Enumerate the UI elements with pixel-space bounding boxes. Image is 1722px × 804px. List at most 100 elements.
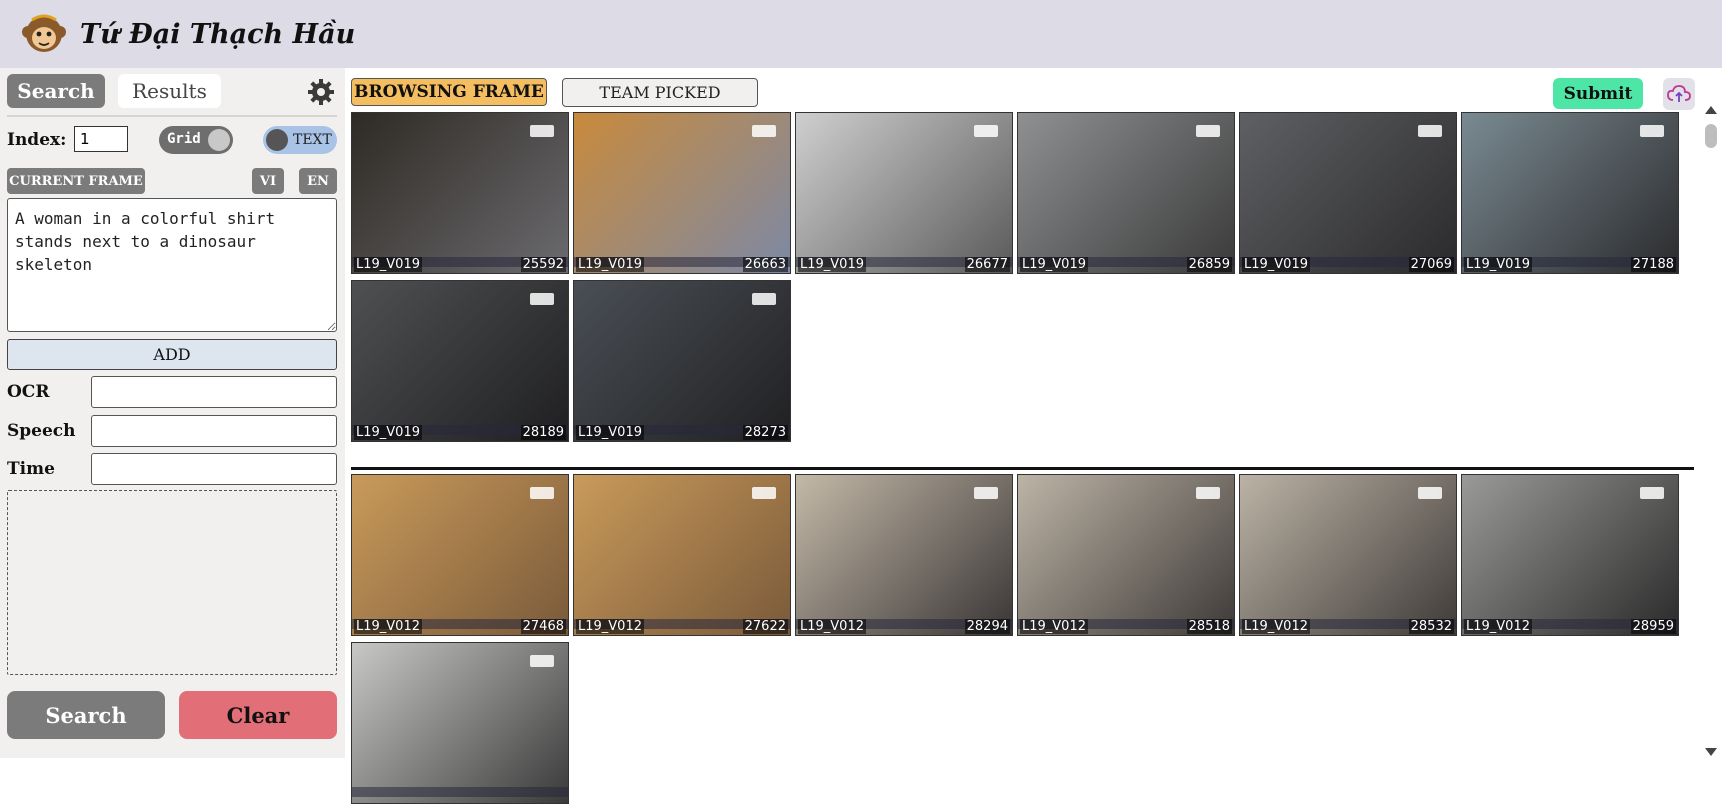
tab-divider: [7, 115, 337, 117]
channel-logo-icon: [1196, 487, 1220, 499]
frame-image: [352, 113, 568, 273]
frame-image: [574, 475, 790, 635]
news-ticker: [352, 787, 568, 797]
video-id-label: L19_V019: [798, 257, 866, 272]
frame-number-label: 28959: [1630, 619, 1676, 634]
frame-image: [352, 475, 568, 635]
browsing-frame-button[interactable]: BROWSING FRAME: [351, 78, 547, 106]
channel-logo-icon: [1640, 125, 1664, 137]
frame-number-label: 27622: [742, 619, 788, 634]
video-id-label: L19_V019: [576, 257, 644, 272]
result-thumbnail[interactable]: L19_V019 27069: [1239, 112, 1457, 274]
frame-image: [796, 475, 1012, 635]
channel-logo-icon: [752, 293, 776, 305]
frame-image: [352, 281, 568, 441]
result-thumbnail[interactable]: L19_V019 27188: [1461, 112, 1679, 274]
frame-number-label: 27188: [1630, 257, 1676, 272]
grid-toggle-label: Grid: [167, 131, 201, 147]
grid-toggle-knob: [208, 129, 230, 151]
frame-image: [352, 643, 568, 803]
frame-image: [574, 113, 790, 273]
frame-number-label: 26859: [1186, 257, 1232, 272]
video-id-label: L19_V012: [576, 619, 644, 634]
query-textarea[interactable]: A woman in a colorful shirt stands next …: [7, 198, 337, 332]
channel-logo-icon: [530, 293, 554, 305]
result-thumbnail[interactable]: L19_V019 26859: [1017, 112, 1235, 274]
tab-search[interactable]: Search: [7, 74, 105, 108]
current-frame-button[interactable]: CURRENT FRAME: [7, 168, 145, 194]
video-id-label: L19_V012: [1020, 619, 1088, 634]
result-thumbnail[interactable]: L19_V012 27468: [351, 474, 569, 636]
channel-logo-icon: [752, 125, 776, 137]
frame-image: [574, 281, 790, 441]
channel-logo-icon: [530, 125, 554, 137]
image-drop-zone[interactable]: [7, 490, 337, 675]
index-input[interactable]: [74, 126, 128, 152]
clear-button[interactable]: Clear: [179, 691, 337, 739]
frame-number-label: 28273: [742, 425, 788, 440]
channel-logo-icon: [530, 655, 554, 667]
result-thumbnail[interactable]: L19_V012 28959: [1461, 474, 1679, 636]
scroll-thumb[interactable]: [1705, 124, 1717, 148]
result-thumbnail[interactable]: L19_V019 25592: [351, 112, 569, 274]
frame-number-label: 28518: [1186, 619, 1232, 634]
frame-number-label: 26677: [964, 257, 1010, 272]
text-toggle[interactable]: TEXT: [263, 126, 337, 154]
frame-image: [796, 113, 1012, 273]
team-picked-button[interactable]: TEAM PICKED: [562, 78, 758, 107]
video-id-label: L19_V012: [1242, 619, 1310, 634]
frame-image: [1240, 113, 1456, 273]
submit-button[interactable]: Submit: [1553, 78, 1643, 109]
ocr-input[interactable]: [91, 376, 337, 408]
result-thumbnail[interactable]: L19_V019 28273: [573, 280, 791, 442]
video-id-label: L19_V019: [354, 257, 422, 272]
channel-logo-icon: [1640, 487, 1664, 499]
grid-toggle[interactable]: Grid: [159, 126, 233, 154]
index-label: Index:: [7, 130, 67, 150]
result-thumbnail[interactable]: L19_V012 27622: [573, 474, 791, 636]
scroll-down-arrow-icon[interactable]: [1705, 748, 1717, 756]
frame-number-label: 26663: [742, 257, 788, 272]
frame-number-label: 27069: [1408, 257, 1454, 272]
scroll-up-arrow-icon[interactable]: [1705, 106, 1717, 114]
time-input[interactable]: [91, 453, 337, 485]
result-thumbnail[interactable]: L19_V019 26677: [795, 112, 1013, 274]
frame-image: [1240, 475, 1456, 635]
group-divider: [351, 467, 1694, 470]
channel-logo-icon: [974, 487, 998, 499]
frame-number-label: 27468: [520, 619, 566, 634]
add-query-button[interactable]: ADD: [7, 339, 337, 370]
result-thumbnail[interactable]: L19_V012 28294: [795, 474, 1013, 636]
language-vi-button[interactable]: VI: [252, 168, 284, 194]
search-button[interactable]: Search: [7, 691, 165, 739]
text-toggle-knob: [266, 129, 288, 151]
video-id-label: L19_V012: [798, 619, 866, 634]
video-id-label: L19_V019: [1020, 257, 1088, 272]
channel-logo-icon: [530, 487, 554, 499]
text-toggle-label: TEXT: [293, 132, 332, 148]
cloud-upload-icon[interactable]: [1663, 78, 1695, 110]
result-thumbnail[interactable]: L19_V019 26663: [573, 112, 791, 274]
frame-image: [1462, 475, 1678, 635]
monkey-logo-icon: [20, 10, 68, 58]
tab-results[interactable]: Results: [118, 74, 221, 108]
speech-input[interactable]: [91, 415, 337, 447]
video-id-label: L19_V019: [576, 425, 644, 440]
vertical-scrollbar[interactable]: [1702, 106, 1720, 758]
ocr-label: OCR: [7, 382, 50, 402]
language-en-button[interactable]: EN: [299, 168, 337, 194]
gear-icon[interactable]: [307, 78, 335, 106]
video-id-label: L19_V019: [354, 425, 422, 440]
frame-number-label: 28189: [520, 425, 566, 440]
frame-image: [1018, 475, 1234, 635]
result-thumbnail[interactable]: L19_V012 28518: [1017, 474, 1235, 636]
app-title: Tứ Đại Thạch Hầu: [80, 18, 356, 50]
video-id-label: L19_V019: [1242, 257, 1310, 272]
channel-logo-icon: [1196, 125, 1220, 137]
result-thumbnail[interactable]: [351, 642, 569, 804]
result-thumbnail[interactable]: L19_V012 28532: [1239, 474, 1457, 636]
time-label: Time: [7, 459, 55, 479]
frame-image: [1462, 113, 1678, 273]
frame-number-label: 28532: [1408, 619, 1454, 634]
result-thumbnail[interactable]: L19_V019 28189: [351, 280, 569, 442]
